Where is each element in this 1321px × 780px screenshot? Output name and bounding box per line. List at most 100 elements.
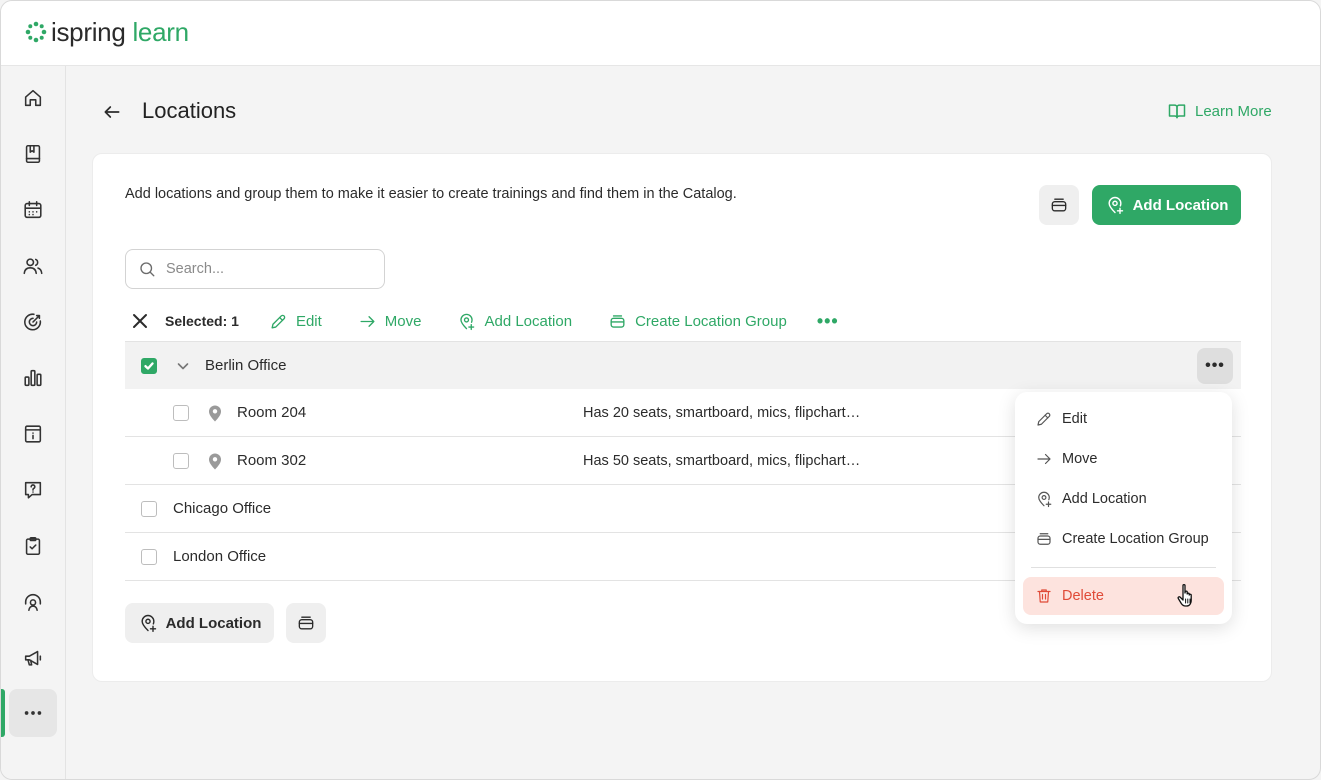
row-label: London Office (173, 548, 267, 565)
group-icon (298, 616, 314, 630)
search-icon (140, 262, 155, 277)
toolbar-move-button[interactable]: Move (358, 312, 422, 331)
menu-item-add-location[interactable]: Add Location (1023, 480, 1224, 518)
sidebar-item-calendar[interactable] (9, 186, 57, 234)
pin-plus-icon (1038, 491, 1052, 508)
location-pin-icon (205, 403, 225, 423)
catalog-info-icon (24, 425, 42, 443)
add-location-bottom-label: Add Location (165, 614, 262, 632)
back-button[interactable] (99, 99, 125, 125)
sidebar-item-goals[interactable] (9, 298, 57, 346)
sidebar-item-reports[interactable] (9, 354, 57, 402)
row-checkbox[interactable] (141, 500, 157, 517)
toolbar-create-group-button[interactable]: Create Location Group (608, 312, 787, 331)
arrow-right-icon (1037, 453, 1051, 465)
add-location-button-primary[interactable]: Add Location (1092, 185, 1241, 225)
sidebar-item-questions[interactable] (9, 466, 57, 514)
group-icon (610, 314, 625, 328)
app-window: ispring learn Locations Learn More Add l… (0, 0, 1321, 780)
group-icon (1051, 198, 1067, 212)
row-checkbox[interactable] (141, 548, 157, 565)
menu-item-create-group[interactable]: Create Location Group (1023, 520, 1224, 558)
selected-count: Selected: 1 (165, 313, 239, 329)
app-logo[interactable]: ispring learn (25, 18, 189, 46)
chevron-down-icon (177, 362, 189, 369)
add-location-button-bottom[interactable]: Add Location (125, 603, 274, 643)
menu-item-label: Edit (1062, 411, 1087, 427)
pin-plus-icon (141, 614, 156, 633)
page-title: Locations (142, 98, 237, 123)
pin-plus-icon (1108, 196, 1123, 215)
row-label: Room 302 (237, 452, 307, 469)
menu-item-label: Delete (1062, 588, 1104, 604)
arrow-left-icon (104, 106, 120, 118)
row-description: Has 20 seats, smartboard, mics, flipchar… (583, 404, 861, 421)
question-icon (24, 481, 42, 499)
check-icon (144, 361, 154, 370)
sidebar-item-assignments[interactable] (9, 522, 57, 570)
pencil-icon (271, 314, 286, 329)
row-checkbox[interactable] (173, 404, 189, 421)
open-book-icon (1168, 104, 1186, 119)
toolbar-add-location-label: Add Location (484, 312, 573, 330)
add-location-label: Add Location (1132, 196, 1229, 214)
pin-plus-icon (460, 313, 475, 330)
menu-item-move[interactable]: Move (1023, 440, 1224, 478)
sidebar-item-news[interactable] (9, 634, 57, 682)
sidebar-item-catalog[interactable] (9, 410, 57, 458)
toolbar-add-location-button[interactable]: Add Location (457, 312, 572, 331)
menu-item-label: Create Location Group (1062, 531, 1209, 547)
target-icon (24, 313, 42, 331)
row-label: Chicago Office (173, 500, 272, 517)
home-icon (24, 89, 42, 107)
trash-icon (1037, 589, 1051, 603)
clipboard-check-icon (25, 536, 41, 556)
intro-text: Add locations and group them to make it … (125, 186, 737, 202)
group-icon (1037, 533, 1051, 545)
sidebar-item-more[interactable] (9, 689, 57, 737)
more-icon (24, 711, 42, 715)
calendar-icon (24, 200, 42, 219)
location-pin-icon (205, 451, 225, 471)
users-icon (23, 258, 43, 275)
user-support-icon (24, 593, 42, 612)
create-group-button-bottom[interactable] (286, 603, 326, 643)
arrow-right-icon (360, 315, 375, 327)
learn-more-label: Learn More (1195, 102, 1272, 120)
sidebar-item-supervisors[interactable] (9, 578, 57, 626)
toolbar-edit-label: Edit (295, 312, 322, 330)
megaphone-icon (24, 650, 42, 666)
row-checkbox[interactable] (141, 357, 157, 374)
learn-more-link[interactable]: Learn More (1167, 101, 1272, 121)
toolbar-more-button[interactable]: ••• (817, 311, 839, 332)
toolbar-create-group-label: Create Location Group (635, 312, 787, 330)
sidebar (1, 66, 66, 779)
pencil-icon (1037, 412, 1051, 426)
book-icon (25, 144, 41, 164)
menu-item-edit[interactable]: Edit (1023, 400, 1224, 438)
search-input[interactable] (166, 261, 366, 277)
toolbar-edit-button[interactable]: Edit (269, 312, 322, 331)
create-group-button-top[interactable] (1039, 185, 1079, 225)
row-label: Room 204 (237, 404, 307, 421)
logo-text: ispring learn (51, 17, 189, 47)
table-row[interactable]: Berlin Office ••• (125, 341, 1241, 389)
clear-selection-button[interactable] (125, 306, 155, 336)
row-checkbox[interactable] (173, 452, 189, 469)
search-box[interactable] (125, 249, 385, 289)
row-label: Berlin Office (205, 357, 287, 374)
row-description: Has 50 seats, smartboard, mics, flipchar… (583, 452, 861, 469)
sidebar-item-home[interactable] (9, 74, 57, 122)
hand-cursor-icon (1177, 583, 1192, 607)
logo-mark-icon (25, 21, 47, 43)
toolbar-move-label: Move (384, 312, 422, 330)
sidebar-item-users[interactable] (9, 242, 57, 290)
expand-toggle[interactable] (175, 358, 191, 374)
row-context-menu: Edit Move Add Location Create Location G… (1015, 392, 1232, 624)
bar-chart-icon (24, 369, 42, 387)
sidebar-item-courses[interactable] (9, 130, 57, 178)
menu-divider (1031, 567, 1216, 568)
active-indicator (1, 689, 5, 737)
top-bar: ispring learn (1, 1, 1320, 66)
row-more-button[interactable]: ••• (1197, 347, 1233, 384)
